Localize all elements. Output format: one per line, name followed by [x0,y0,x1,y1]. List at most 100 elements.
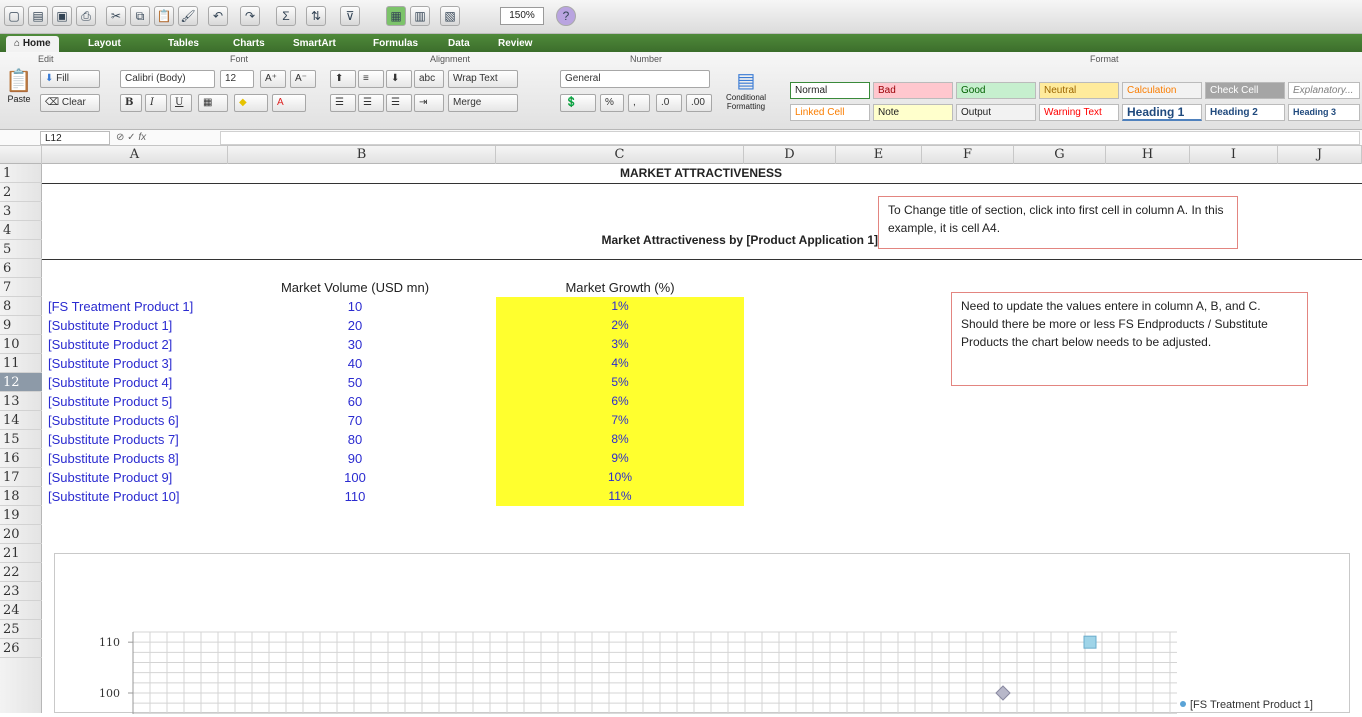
tab-review[interactable]: Review [490,36,540,52]
row-header[interactable]: 20 [0,525,42,544]
gallery-icon[interactable]: ▦ [386,6,406,26]
clear-button[interactable]: ⌫ Clear [40,94,100,112]
market-volume-cell[interactable]: 70 [228,411,482,430]
column-header[interactable]: G [1014,146,1106,164]
product-name-cell[interactable]: [FS Treatment Product 1] [48,297,226,316]
row-header[interactable]: 3 [0,202,42,221]
bold-button[interactable]: B [120,94,142,112]
column-header[interactable]: I [1190,146,1278,164]
product-name-cell[interactable]: [Substitute Product 4] [48,373,226,392]
orientation-button[interactable]: abc [414,70,444,88]
select-all-corner[interactable] [0,146,42,164]
formula-input[interactable] [220,131,1360,145]
row-header[interactable]: 7 [0,278,42,297]
market-growth-cell[interactable]: 9% [496,449,744,468]
market-growth-cell[interactable]: 6% [496,392,744,411]
tab-data[interactable]: Data [440,36,478,52]
market-volume-cell[interactable]: 30 [228,335,482,354]
market-growth-cell[interactable]: 11% [496,487,744,506]
style-neutral[interactable]: Neutral [1039,82,1119,99]
row-header[interactable]: 14 [0,411,42,430]
help-icon[interactable]: ? [556,6,576,26]
row-header[interactable]: 24 [0,601,42,620]
market-growth-cell[interactable]: 7% [496,411,744,430]
column-header[interactable]: F [922,146,1014,164]
style-good[interactable]: Good [956,82,1036,99]
undo-icon[interactable]: ↶ [208,6,228,26]
conditional-formatting-button[interactable]: ▤ Conditional Formatting [722,68,770,124]
market-growth-cell[interactable]: 10% [496,468,744,487]
row-header[interactable]: 25 [0,620,42,639]
row-header[interactable]: 26 [0,639,42,658]
open-icon[interactable]: ▤ [28,6,48,26]
market-volume-cell[interactable]: 90 [228,449,482,468]
header-market-volume[interactable]: Market Volume (USD mn) [228,278,482,297]
row-header[interactable]: 22 [0,563,42,582]
market-volume-cell[interactable]: 60 [228,392,482,411]
number-format-select[interactable]: General [560,70,710,88]
header-market-growth[interactable]: Market Growth (%) [496,278,744,297]
market-volume-cell[interactable]: 20 [228,316,482,335]
fill-button[interactable]: ⬇ Fill [40,70,100,88]
row-header[interactable]: 16 [0,449,42,468]
new-icon[interactable]: ▢ [4,6,24,26]
save-icon[interactable]: ▣ [52,6,72,26]
market-growth-cell[interactable]: 1% [496,297,744,316]
product-name-cell[interactable]: [Substitute Products 8] [48,449,226,468]
market-growth-cell[interactable]: 8% [496,430,744,449]
style-calculation[interactable]: Calculation [1122,82,1202,99]
tab-formulas[interactable]: Formulas [365,36,426,52]
style-note[interactable]: Note [873,104,953,121]
tab-smartart[interactable]: SmartArt [285,36,344,52]
style-check-cell[interactable]: Check Cell [1205,82,1285,99]
style-linked-cell[interactable]: Linked Cell [790,104,870,121]
redo-icon[interactable]: ↷ [240,6,260,26]
row-header[interactable]: 11 [0,354,42,373]
product-name-cell[interactable]: [Substitute Product 3] [48,354,226,373]
tab-home[interactable]: ⌂ Home [6,36,59,52]
style-heading-2[interactable]: Heading 2 [1205,104,1285,121]
style-explanatory[interactable]: Explanatory... [1288,82,1360,99]
scatter-chart[interactable]: 11010090[FS Treatment Product 1] [54,553,1350,714]
row-header[interactable]: 12 [0,373,42,392]
cut-icon[interactable]: ✂ [106,6,126,26]
increase-decimal-button[interactable]: .0 [656,94,682,112]
row-header[interactable]: 21 [0,544,42,563]
market-volume-cell[interactable]: 40 [228,354,482,373]
sheet-subtitle[interactable]: Market Attractiveness by [Product Applic… [500,231,878,250]
zoom-select[interactable]: 150% [500,7,544,25]
cancel-icon[interactable]: ⊘ [116,132,124,143]
market-volume-cell[interactable]: 10 [228,297,482,316]
row-header[interactable]: 19 [0,506,42,525]
indent-button[interactable]: ⇥ [414,94,444,112]
style-warning-text[interactable]: Warning Text [1039,104,1119,121]
column-header[interactable]: D [744,146,836,164]
decrease-decimal-button[interactable]: .00 [686,94,712,112]
filter-icon[interactable]: ⊽ [340,6,360,26]
row-header[interactable]: 8 [0,297,42,316]
tab-charts[interactable]: Charts [225,36,273,52]
increase-font-button[interactable]: A⁺ [260,70,286,88]
italic-button[interactable]: I [145,94,167,112]
merge-button[interactable]: Merge [448,94,518,112]
print-icon[interactable]: ⎙ [76,6,96,26]
font-name-select[interactable]: Calibri (Body) [120,70,215,88]
tab-layout[interactable]: Layout [80,36,129,52]
market-growth-cell[interactable]: 2% [496,316,744,335]
row-header[interactable]: 15 [0,430,42,449]
align-left-button[interactable]: ☰ [330,94,356,112]
product-name-cell[interactable]: [Substitute Product 9] [48,468,226,487]
font-color-button[interactable]: A [272,94,306,112]
market-volume-cell[interactable]: 80 [228,430,482,449]
name-box[interactable]: L12 [40,131,110,145]
column-header[interactable]: A [42,146,228,164]
decrease-font-button[interactable]: A⁻ [290,70,316,88]
autosum-icon[interactable]: Σ [276,6,296,26]
column-header[interactable]: B [228,146,496,164]
underline-button[interactable]: U [170,94,192,112]
market-volume-cell[interactable]: 110 [228,487,482,506]
paste-icon[interactable]: 📋 [154,6,174,26]
row-header[interactable]: 10 [0,335,42,354]
sidebar-icon[interactable]: ▧ [440,6,460,26]
align-middle-button[interactable]: ≡ [358,70,384,88]
